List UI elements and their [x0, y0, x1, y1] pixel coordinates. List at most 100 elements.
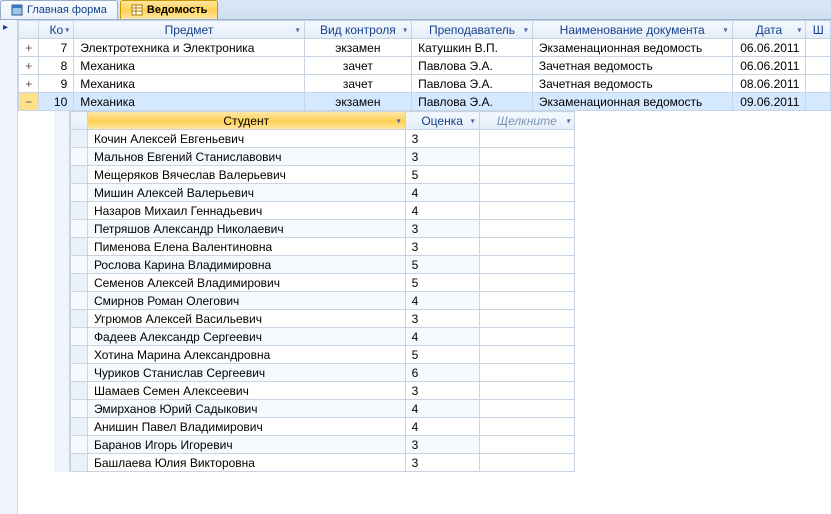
cell-click[interactable]: [479, 328, 574, 346]
cell-subject[interactable]: Электротехника и Электроника: [74, 39, 304, 57]
cell-grade[interactable]: 5: [405, 166, 479, 184]
cell-student[interactable]: Фадеев Александр Сергеевич: [87, 328, 405, 346]
cell-student[interactable]: Рослова Карина Владимировна: [87, 256, 405, 274]
cell-grade[interactable]: 3: [405, 310, 479, 328]
main-row[interactable]: +7Электротехника и ЭлектроникаэкзаменКат…: [19, 39, 831, 57]
cell-control[interactable]: зачет: [304, 57, 411, 75]
cell-student[interactable]: Семенов Алексей Владимирович: [87, 274, 405, 292]
cell-student[interactable]: Назаров Михаил Геннадьевич: [87, 202, 405, 220]
cell-student[interactable]: Петряшов Александр Николаевич: [87, 220, 405, 238]
record-selector-band[interactable]: ▸: [0, 20, 18, 514]
cell-grade[interactable]: 4: [405, 400, 479, 418]
sub-row-selector[interactable]: [71, 166, 88, 184]
cell-grade[interactable]: 4: [405, 328, 479, 346]
sub-row-selector[interactable]: [71, 382, 88, 400]
cell-grade[interactable]: 3: [405, 382, 479, 400]
cell-click[interactable]: [479, 130, 574, 148]
cell-student[interactable]: Смирнов Роман Олегович: [87, 292, 405, 310]
cell-teacher[interactable]: Катушкин В.П.: [412, 39, 533, 57]
cell-extra[interactable]: [806, 93, 831, 111]
cell-grade[interactable]: 5: [405, 274, 479, 292]
chevron-down-icon[interactable]: ▾: [723, 25, 727, 34]
cell-code[interactable]: 8: [39, 57, 74, 75]
cell-date[interactable]: 09.06.2011: [732, 93, 806, 111]
chevron-down-icon[interactable]: ▾: [566, 116, 570, 125]
col-extra[interactable]: Ш: [806, 21, 831, 39]
sub-row[interactable]: Мещеряков Вячеслав Валерьевич5: [71, 166, 575, 184]
chevron-down-icon[interactable]: ▾: [797, 25, 801, 34]
cell-docname[interactable]: Зачетная ведомость: [532, 57, 732, 75]
cell-grade[interactable]: 3: [405, 238, 479, 256]
main-row[interactable]: −10МеханикаэкзаменПавлова Э.А.Экзаменаци…: [19, 93, 831, 111]
cell-grade[interactable]: 6: [405, 364, 479, 382]
cell-subject[interactable]: Механика: [74, 57, 304, 75]
sub-row-selector[interactable]: [71, 418, 88, 436]
cell-grade[interactable]: 3: [405, 454, 479, 472]
sub-row[interactable]: Мальнов Евгений Станиславович3: [71, 148, 575, 166]
cell-date[interactable]: 06.06.2011: [732, 57, 806, 75]
cell-grade[interactable]: 3: [405, 220, 479, 238]
sub-row[interactable]: Фадеев Александр Сергеевич4: [71, 328, 575, 346]
cell-grade[interactable]: 5: [405, 256, 479, 274]
cell-click[interactable]: [479, 346, 574, 364]
col-docname[interactable]: Наименование документа▾: [532, 21, 732, 39]
cell-click[interactable]: [479, 364, 574, 382]
cell-click[interactable]: [479, 184, 574, 202]
cell-click[interactable]: [479, 454, 574, 472]
sub-row[interactable]: Чуриков Станислав Сергеевич6: [71, 364, 575, 382]
sub-row[interactable]: Смирнов Роман Олегович4: [71, 292, 575, 310]
cell-student[interactable]: Чуриков Станислав Сергеевич: [87, 364, 405, 382]
sub-col-grade[interactable]: Оценка▾: [405, 112, 479, 130]
sub-row-selector[interactable]: [71, 346, 88, 364]
sub-row-selector[interactable]: [71, 328, 88, 346]
cell-click[interactable]: [479, 400, 574, 418]
sub-row[interactable]: Кочин Алексей Евгеньевич3: [71, 130, 575, 148]
sub-row-selector[interactable]: [71, 202, 88, 220]
sub-row-selector[interactable]: [71, 436, 88, 454]
cell-click[interactable]: [479, 418, 574, 436]
cell-date[interactable]: 08.06.2011: [732, 75, 806, 93]
sub-row[interactable]: Шамаев Семен Алексеевич3: [71, 382, 575, 400]
cell-docname[interactable]: Экзаменационная ведомость: [532, 39, 732, 57]
cell-student[interactable]: Шамаев Семен Алексеевич: [87, 382, 405, 400]
cell-click[interactable]: [479, 274, 574, 292]
cell-grade[interactable]: 4: [405, 292, 479, 310]
cell-extra[interactable]: [806, 39, 831, 57]
cell-student[interactable]: Мальнов Евгений Станиславович: [87, 148, 405, 166]
cell-extra[interactable]: [806, 75, 831, 93]
cell-extra[interactable]: [806, 57, 831, 75]
cell-student[interactable]: Кочин Алексей Евгеньевич: [87, 130, 405, 148]
col-subject[interactable]: Предмет▾: [74, 21, 304, 39]
cell-student[interactable]: Хотина Марина Александровна: [87, 346, 405, 364]
cell-grade[interactable]: 5: [405, 346, 479, 364]
main-row[interactable]: +9МеханиказачетПавлова Э.А.Зачетная ведо…: [19, 75, 831, 93]
cell-code[interactable]: 10: [39, 93, 74, 111]
sub-row-selector[interactable]: [71, 184, 88, 202]
cell-subject[interactable]: Механика: [74, 93, 304, 111]
cell-docname[interactable]: Зачетная ведомость: [532, 75, 732, 93]
cell-click[interactable]: [479, 202, 574, 220]
sub-row-selector[interactable]: [71, 400, 88, 418]
sub-row[interactable]: Башлаева Юлия Викторовна3: [71, 454, 575, 472]
cell-grade[interactable]: 4: [405, 184, 479, 202]
sub-grid[interactable]: Студент▾ Оценка▾ Щелкните▾ Кочин Алексей…: [70, 111, 575, 472]
cell-control[interactable]: экзамен: [304, 39, 411, 57]
cell-click[interactable]: [479, 310, 574, 328]
sub-row-selector[interactable]: [71, 220, 88, 238]
cell-click[interactable]: [479, 220, 574, 238]
sub-col-click[interactable]: Щелкните▾: [479, 112, 574, 130]
tab-main-form[interactable]: Главная форма: [0, 0, 118, 19]
sub-record-selector-band[interactable]: [54, 111, 70, 472]
chevron-down-icon[interactable]: ▾: [471, 116, 475, 125]
chevron-down-icon[interactable]: ▾: [524, 25, 528, 34]
chevron-down-icon[interactable]: ▾: [403, 25, 407, 34]
cell-click[interactable]: [479, 238, 574, 256]
expander-icon[interactable]: +: [19, 57, 39, 75]
cell-student[interactable]: Анишин Павел Владимирович: [87, 418, 405, 436]
cell-date[interactable]: 06.06.2011: [732, 39, 806, 57]
sub-row[interactable]: Угрюмов Алексей Васильевич3: [71, 310, 575, 328]
sub-row-selector[interactable]: [71, 256, 88, 274]
sub-row[interactable]: Мишин Алексей Валерьевич4: [71, 184, 575, 202]
sub-row[interactable]: Хотина Марина Александровна5: [71, 346, 575, 364]
cell-teacher[interactable]: Павлова Э.А.: [412, 57, 533, 75]
